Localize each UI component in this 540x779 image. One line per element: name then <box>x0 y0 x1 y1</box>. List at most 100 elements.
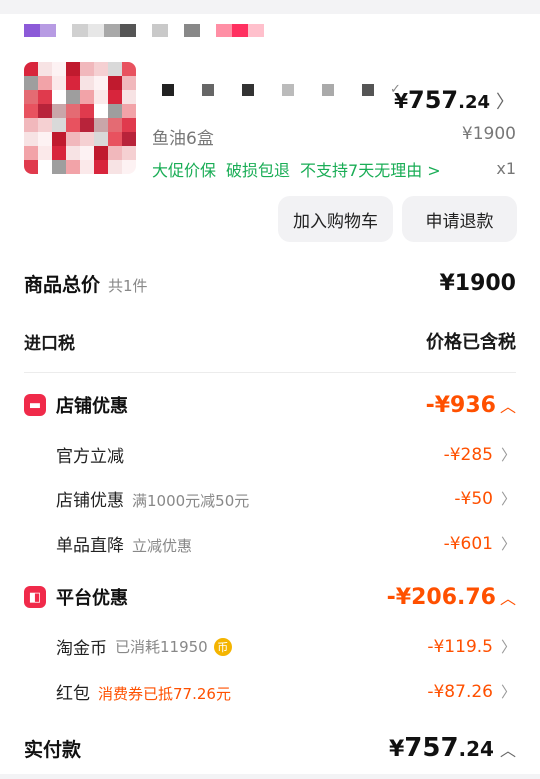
thumbnail-pixel <box>94 62 108 76</box>
thumbnail-pixel <box>122 62 136 76</box>
thumbnail-pixel <box>94 160 108 174</box>
thumbnail-pixel <box>38 104 52 118</box>
thumbnail-pixel <box>52 104 66 118</box>
discount-item-single[interactable]: 单品直降 立减优惠 -¥601 〉 <box>56 531 516 556</box>
discount-note: 满1000元减50元 <box>132 492 250 510</box>
final-decimal: .24 <box>458 737 494 761</box>
tax-label: 进口税 <box>24 333 75 354</box>
chevron-right-icon: 〉 <box>500 490 516 508</box>
thumbnail-pixel <box>66 118 80 132</box>
thumbnail-pixel <box>24 132 38 146</box>
discount-note: 已消耗11950 <box>115 638 208 656</box>
thumbnail-pixel <box>52 132 66 146</box>
final-integer: 757 <box>404 733 459 763</box>
platform-discount-total: -¥206.76 <box>386 584 496 610</box>
tag-damage-return: 破损包退 <box>226 161 291 180</box>
thumbnail-pixel <box>122 104 136 118</box>
thumbnail-pixel <box>66 146 80 160</box>
thumbnail-pixel <box>24 62 38 76</box>
discount-value: -¥87.26 <box>427 682 493 702</box>
chevron-right-icon: 〉 <box>500 446 516 464</box>
chevron-up-icon: ︿ <box>499 741 516 760</box>
discount-item-official[interactable]: 官方立减 -¥285 〉 <box>56 442 516 467</box>
total-count: 共1件 <box>108 277 148 295</box>
blurred-shop-name[interactable] <box>24 24 264 37</box>
original-price: ¥1900 <box>461 124 516 144</box>
thumbnail-pixel <box>122 132 136 146</box>
thumbnail-pixel <box>108 104 122 118</box>
thumbnail-pixel <box>122 76 136 90</box>
thumbnail-pixel <box>80 104 94 118</box>
chevron-right-icon: 〉 <box>500 535 516 553</box>
thumbnail-pixel <box>52 62 66 76</box>
tax-value: 价格已含税 <box>426 332 516 353</box>
discount-label: 淘金币 <box>56 639 107 659</box>
thumbnail-pixel <box>52 76 66 90</box>
discount-label: 单品直降 <box>56 536 124 556</box>
thumbnail-pixel <box>122 118 136 132</box>
tag-no-7day-return[interactable]: 不支持7天无理由 > <box>300 157 441 181</box>
thumbnail-pixel <box>66 132 80 146</box>
platform-discount-title: 平台优惠 <box>56 588 128 609</box>
thumbnail-pixel <box>52 160 66 174</box>
discount-note: 消费券已抵77.26元 <box>98 685 231 703</box>
platform-discount-header[interactable]: ◧ 平台优惠 -¥206.76 ︿ <box>24 584 516 610</box>
coin-icon: 币 <box>213 637 232 656</box>
thumbnail-pixel <box>38 76 52 90</box>
thumbnail-pixel <box>108 146 122 160</box>
thumbnail-pixel <box>52 146 66 160</box>
chevron-up-icon: ︿ <box>499 396 516 416</box>
thumbnail-pixel <box>80 132 94 146</box>
chevron-right-icon: 〉 <box>496 92 514 113</box>
store-discount-header[interactable]: ▬ 店铺优惠 -¥936 ︿ <box>24 392 516 418</box>
total-price-row: 商品总价 共1件 ¥1900 <box>24 270 516 297</box>
product-thumbnail[interactable] <box>24 62 136 174</box>
thumbnail-pixel <box>94 118 108 132</box>
thumbnail-pixel <box>52 118 66 132</box>
discount-value: -¥50 <box>454 489 493 509</box>
discount-item-coins[interactable]: 淘金币 已消耗11950 币 -¥119.5 〉 <box>56 634 516 659</box>
thumbnail-pixel <box>80 160 94 174</box>
refund-button[interactable]: 申请退款 <box>402 196 517 242</box>
price-integer: 757 <box>408 86 459 114</box>
thumbnail-pixel <box>108 132 122 146</box>
thumbnail-pixel <box>66 104 80 118</box>
thumbnail-pixel <box>38 132 52 146</box>
thumbnail-pixel <box>24 76 38 90</box>
discount-label: 红包 <box>56 684 90 704</box>
product-spec: 鱼油6盒 <box>152 129 214 149</box>
final-payment-row[interactable]: 实付款 ¥757.24 ︿ <box>24 733 516 763</box>
thumbnail-pixel <box>108 118 122 132</box>
blurred-product-title[interactable]: ✓ <box>162 82 401 97</box>
thumbnail-pixel <box>108 62 122 76</box>
discount-item-store[interactable]: 店铺优惠 满1000元减50元 -¥50 〉 <box>56 486 516 511</box>
store-icon: ▬ <box>24 394 46 416</box>
thumbnail-pixel <box>24 160 38 174</box>
store-discount-total: -¥936 <box>425 392 496 418</box>
thumbnail-pixel <box>94 76 108 90</box>
final-price: ¥757.24 ︿ <box>389 733 516 763</box>
thumbnail-pixel <box>38 90 52 104</box>
platform-coupon-icon: ◧ <box>24 586 46 608</box>
final-label: 实付款 <box>24 738 82 761</box>
import-tax-row: 进口税 价格已含税 <box>24 328 516 354</box>
thumbnail-pixel <box>80 62 94 76</box>
discount-value: -¥601 <box>443 534 493 554</box>
discount-value: -¥285 <box>443 445 493 465</box>
add-to-cart-button[interactable]: 加入购物车 <box>278 196 393 242</box>
discount-label: 店铺优惠 <box>56 491 124 511</box>
chevron-right-icon: 〉 <box>500 683 516 701</box>
thumbnail-pixel <box>108 90 122 104</box>
thumbnail-pixel <box>66 76 80 90</box>
discount-item-redpacket[interactable]: 红包 消费券已抵77.26元 -¥87.26 〉 <box>56 679 516 704</box>
thumbnail-pixel <box>38 160 52 174</box>
discount-note: 立减优惠 <box>132 537 193 555</box>
chevron-up-icon: ︿ <box>499 588 516 608</box>
thumbnail-pixel <box>108 76 122 90</box>
thumbnail-pixel <box>24 146 38 160</box>
divider <box>24 372 516 373</box>
discount-value: -¥119.5 <box>427 637 493 657</box>
product-price[interactable]: ¥757.24 〉 <box>394 86 514 114</box>
thumbnail-pixel <box>52 90 66 104</box>
store-discount-title: 店铺优惠 <box>56 396 128 417</box>
